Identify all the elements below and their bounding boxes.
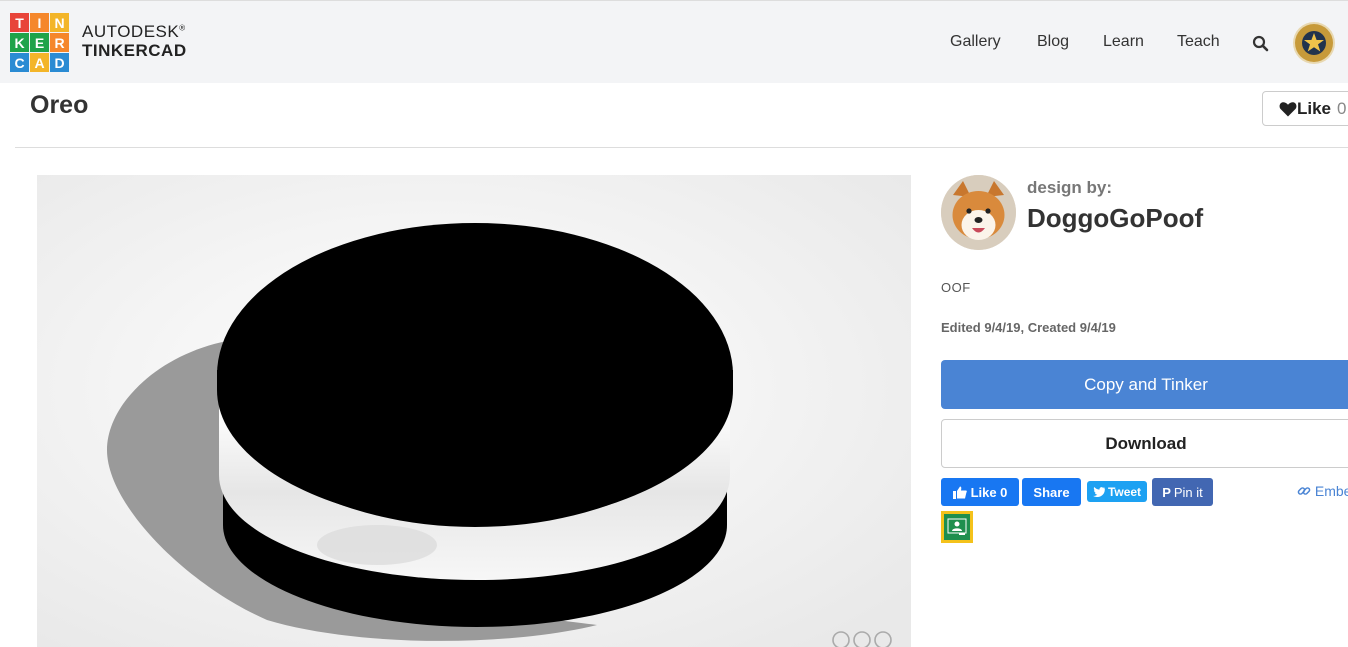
registered-mark: ® [179,23,186,33]
facebook-share-button[interactable]: Share [1022,478,1081,506]
brand-tinkercad: TINKERCAD [82,41,187,60]
user-avatar[interactable] [1295,24,1333,62]
design-description: OOF [941,280,971,295]
facebook-share-label: Share [1033,484,1070,500]
brand-autodesk: AUTODESK [82,22,180,41]
facebook-like-label: Like 0 [970,484,1008,500]
pin-it-label: Pin it [1173,484,1203,500]
link-icon [1297,487,1311,495]
google-classroom-icon [947,518,967,535]
logo-letter: E [30,33,49,52]
star-badge-icon [1302,31,1326,55]
search-icon[interactable] [1252,35,1269,52]
logo-letter: N [50,13,69,32]
designer-name[interactable]: DoggoGoPoof [1027,203,1203,234]
header-divider [15,147,1348,148]
like-label: Like [1297,98,1332,118]
design-3d-viewer[interactable] [37,175,911,647]
fb-thumb-icon [952,486,967,499]
logo-letter: C [10,53,29,72]
tweet-label: Tweet [1107,484,1142,499]
heart-icon [1279,101,1297,116]
design-dates: Edited 9/4/19, Created 9/4/19 [941,320,1116,335]
cc-license-icon [832,631,892,647]
nav-gallery[interactable]: Gallery [950,33,1001,51]
designer-avatar[interactable] [941,175,1016,250]
tinkercad-logo[interactable]: T I N K E R C A D [10,13,69,72]
tweet-button[interactable]: Tweet [1087,481,1147,502]
google-classroom-button[interactable] [941,511,973,543]
copy-and-tinker-button[interactable]: Copy and Tinker [941,360,1348,409]
logo-letter: R [50,33,69,52]
logo-letter: D [50,53,69,72]
oreo-3d-render [37,175,911,647]
logo-letter: A [30,53,49,72]
design-by-label: design by: [1027,178,1113,197]
download-button[interactable]: Download [941,419,1348,468]
embed-link[interactable]: Embed [1297,483,1348,499]
logo-letter: I [30,13,49,32]
brand-wordmark[interactable]: AUTODESK® TINKERCAD [82,23,187,59]
embed-label: Embed [1314,483,1348,499]
nav-learn[interactable]: Learn [1103,33,1144,51]
pin-it-button[interactable]: P Pin it [1152,478,1213,506]
top-navigation-bar: T I N K E R C A D AUTODESK® TINKERCAD Ga… [0,0,1348,83]
nav-teach[interactable]: Teach [1177,33,1220,51]
dog-avatar-image [941,175,1016,250]
like-button[interactable]: Like 0 [1262,91,1348,126]
nav-blog[interactable]: Blog [1037,33,1069,51]
logo-letter: K [10,33,29,52]
twitter-bird-icon [1092,486,1105,497]
pinterest-icon: P [1162,484,1171,500]
like-count: 0 [1337,98,1347,118]
logo-letter: T [10,13,29,32]
facebook-like-button[interactable]: Like 0 [941,478,1019,506]
design-title: Oreo [30,91,89,119]
